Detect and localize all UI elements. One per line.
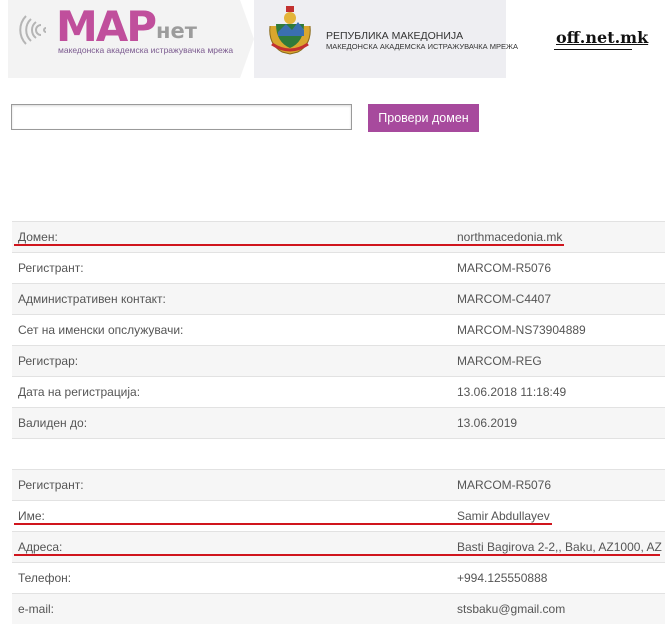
row-label: Телефон: xyxy=(18,571,72,585)
row-label: Административен контакт: xyxy=(18,292,166,306)
row-label: Дата на регистрација: xyxy=(18,385,141,399)
row-label: Домен: xyxy=(18,230,58,244)
row-label: Име: xyxy=(18,509,45,523)
table-row: Регистрант: MARCOM-R5076 xyxy=(12,252,665,283)
row-value: +994.125550888 xyxy=(457,571,548,585)
row-label: Регистрант: xyxy=(18,261,84,275)
site-header: MAP нет македонска академска истражувачк… xyxy=(0,0,665,78)
marnet-logo[interactable]: MAP нет македонска академска истражувачк… xyxy=(8,0,240,78)
coat-of-arms-icon xyxy=(269,6,311,55)
red-underline-annotation xyxy=(14,244,564,246)
row-value: MARCOM-REG xyxy=(457,354,542,368)
row-value: MARCOM-R5076 xyxy=(457,478,552,492)
row-value: MARCOM-R5076 xyxy=(457,261,552,275)
row-label: e-mail: xyxy=(18,602,55,616)
domain-info-section: Домен: northmacedonia.mk Регистрант: MARCOM… xyxy=(12,221,665,438)
domain-search-input[interactable] xyxy=(11,104,352,130)
row-value: MARCOM-C4407 xyxy=(457,292,552,306)
row-label: Адреса: xyxy=(18,540,63,554)
row-label: Валиден до: xyxy=(18,416,88,430)
table-row: Адреса: Basti Bagirova 2-2,, Baku, AZ1000… xyxy=(12,531,665,562)
red-underline-annotation xyxy=(14,554,660,556)
table-row: Дата на регистрација: 13.06.2018 11:18:49 xyxy=(12,376,665,407)
table-row: Домен: northmacedonia.mk xyxy=(12,221,665,252)
logo-map-text: MAP xyxy=(56,2,157,51)
republic-subtitle: МАКЕДОНСКА АКАДЕМСКА ИСТРАЖУВАЧКА МРЕЖА xyxy=(326,42,518,51)
logo-tagline: македонска академска истражувачка мрежа xyxy=(58,45,234,55)
row-label: Сет на именски опслужувачи: xyxy=(18,323,184,337)
row-value: Samir Abdullayev xyxy=(457,509,550,523)
row-value: MARCOM-NS73904889 xyxy=(457,323,586,337)
header-arrow-divider xyxy=(240,0,254,78)
row-value: northmacedonia.mk xyxy=(457,230,563,244)
section-spacer xyxy=(12,438,665,469)
table-row: Административен контакт: MARCOM-C4407 xyxy=(12,283,665,314)
row-value: 13.06.2019 xyxy=(457,416,518,430)
table-row: e-mail: stsbaku@gmail.com xyxy=(12,593,665,624)
republic-title: РЕПУБЛИКА МАКЕДОНИЈА xyxy=(326,30,464,42)
republic-banner: РЕПУБЛИКА МАКЕДОНИЈА МАКЕДОНСКА АКАДЕМСК… xyxy=(254,0,518,78)
row-value: 13.06.2018 11:18:49 xyxy=(457,385,567,399)
logo-net-text: нет xyxy=(156,19,197,43)
table-row: Телефон: +994.125550888 xyxy=(12,562,665,593)
check-domain-button[interactable]: Провери домен xyxy=(368,104,479,132)
table-row: Валиден до: 13.06.2019 xyxy=(12,407,665,438)
row-label: Регистрар: xyxy=(18,354,79,368)
signal-waves-icon xyxy=(19,15,47,45)
row-value: Basti Bagirova 2-2,, Baku, AZ1000, AZ xyxy=(457,540,662,554)
watermark-underline xyxy=(554,49,632,50)
registrant-info-section: Регистрант: MARCOM-R5076 Име: Samir Abdulla… xyxy=(12,469,665,624)
watermark-text: off.net.mk xyxy=(556,28,649,47)
table-row: Име: Samir Abdullayev xyxy=(12,500,665,531)
row-label: Регистрант: xyxy=(18,478,84,492)
whois-results-table: Домен: northmacedonia.mk Регистрант: MARCOM… xyxy=(12,221,665,624)
table-row: Регистрар: MARCOM-REG xyxy=(12,345,665,376)
row-value: stsbaku@gmail.com xyxy=(457,602,566,616)
table-row: Регистрант: MARCOM-R5076 xyxy=(12,469,665,500)
red-underline-annotation xyxy=(14,523,552,525)
table-row: Сет на именски опслужувачи: MARCOM-NS7390… xyxy=(12,314,665,345)
